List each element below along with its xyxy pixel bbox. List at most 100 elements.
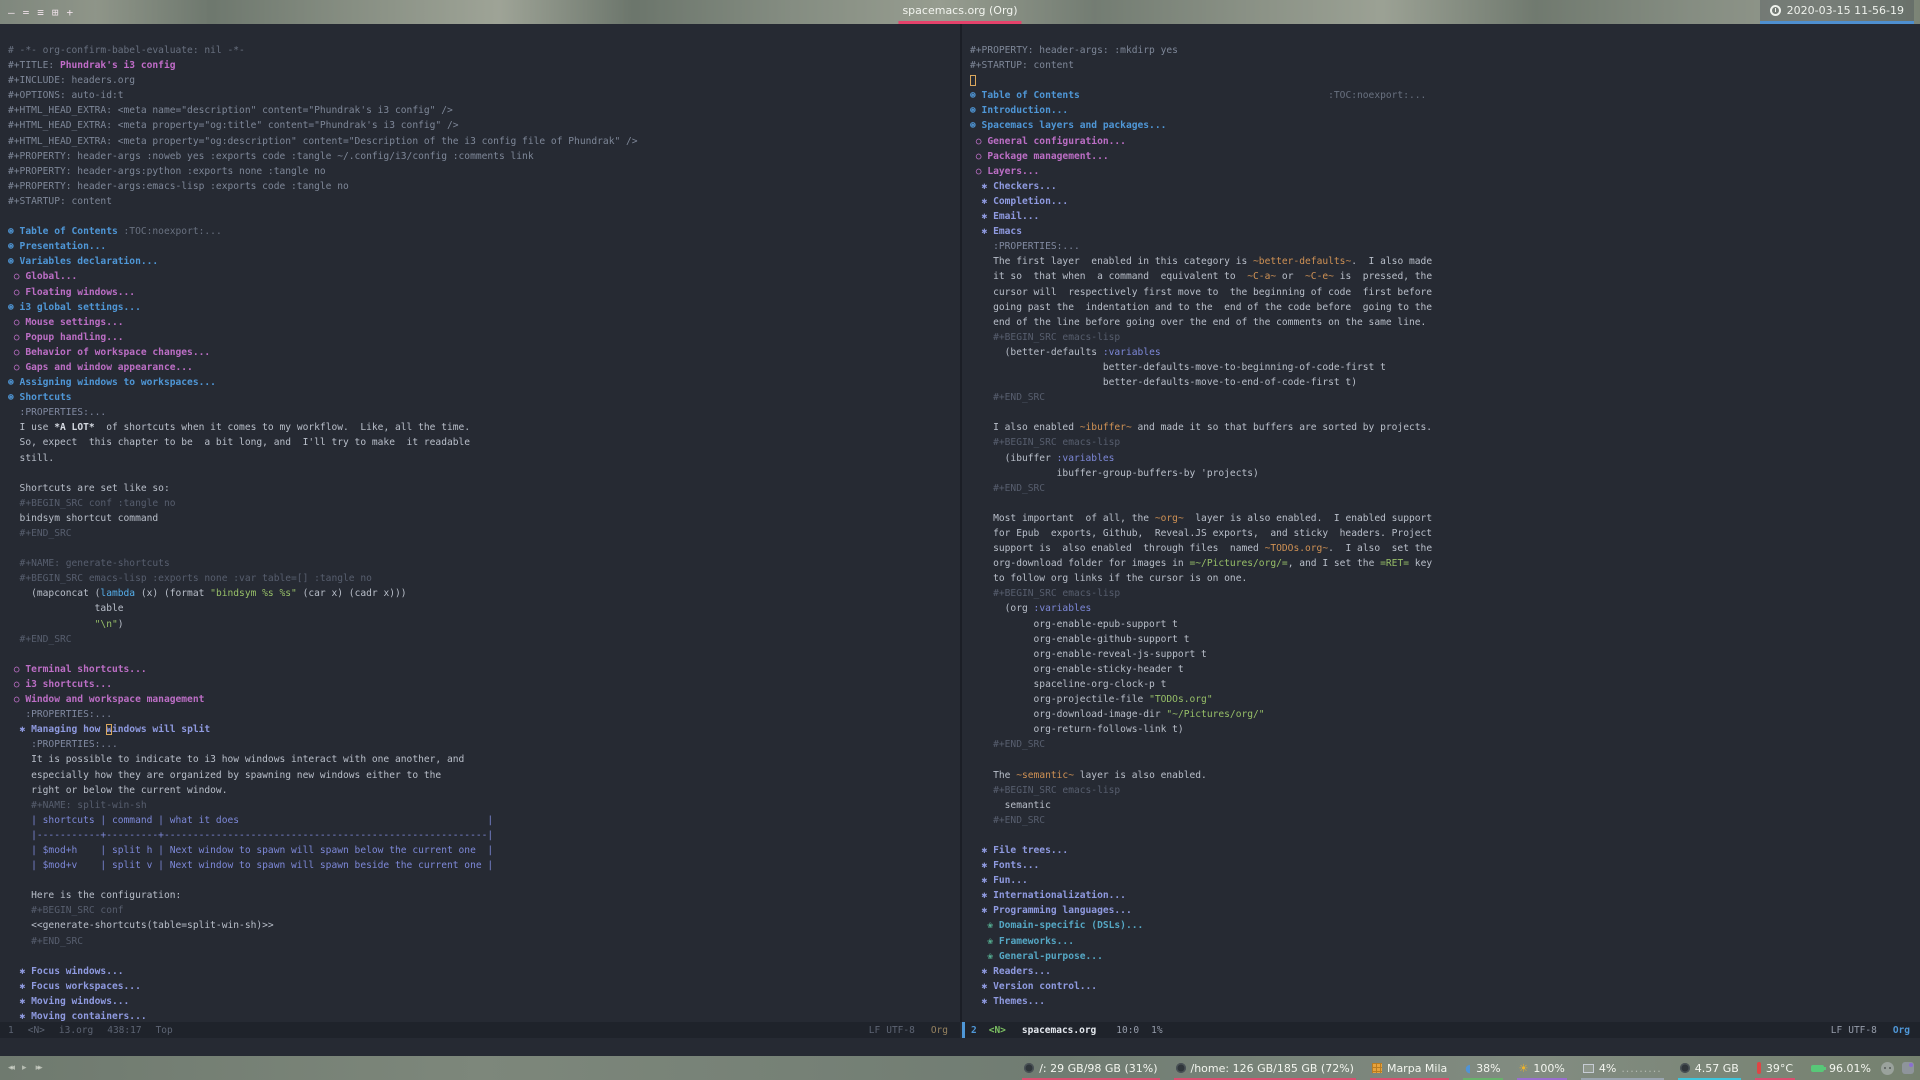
buffer-line: going past the indentation and to the en… [970, 301, 1433, 313]
buffer-line: org-enable-sticky-header t [970, 663, 1184, 675]
cursor-position: 10:0 [1116, 1024, 1140, 1036]
buffer-line: #+STARTUP: content [970, 60, 1074, 72]
temperature-module[interactable]: 39°C [1754, 1056, 1796, 1080]
evil-state: <N> [988, 1024, 1006, 1036]
buffer-line: #+HTML_HEAD_EXTRA: <meta name="descripti… [8, 105, 453, 117]
buffer-line: ○ Popup handling... [8, 331, 124, 343]
buffer-line: :PROPERTIES:... [970, 241, 1080, 253]
status-modules: /: 29 GB/98 GB (31%) /home: 126 GB/185 G… [1022, 1056, 1873, 1080]
buffer-line: #+BEGIN_SRC conf [8, 905, 124, 917]
major-mode[interactable]: Org [931, 1025, 948, 1036]
buffer-line: ⊛ Table of Contents :TOC:noexport:... [970, 90, 1427, 102]
module-value: 38% [1476, 1061, 1501, 1075]
minimize-icon[interactable]: – [8, 6, 15, 19]
buffer-line: ○ General configuration... [970, 135, 1126, 147]
left-buffer[interactable]: # -*- org-confirm-babel-evaluate: nil -*… [0, 24, 952, 1022]
window-number: 2 [971, 1024, 977, 1036]
volume-module[interactable]: ◖ 38% [1463, 1056, 1503, 1080]
buffer-line: #+END_SRC [970, 814, 1046, 826]
new-window-icon[interactable]: + [67, 6, 74, 19]
buffer-line: org-enable-reveal-js-support t [970, 648, 1207, 660]
thermometer-icon [1756, 1062, 1761, 1074]
buffer-line: spaceline-org-clock-p t [970, 678, 1167, 690]
buffer-line: ✱ Fun... [970, 875, 1028, 887]
buffer-line: #+END_SRC [970, 482, 1046, 494]
layout-grid-icon[interactable]: ⊞ [52, 6, 59, 19]
buffer-line: end of the line before going over the en… [970, 316, 1427, 328]
battery-module[interactable]: 96.01% [1809, 1056, 1873, 1080]
buffer-line: ❀ Frameworks... [970, 935, 1074, 947]
buffer-line: ○ Package management... [970, 150, 1109, 162]
emacs-frame: # -*- org-confirm-babel-evaluate: nil -*… [0, 24, 1920, 1056]
module-value: 4% [1598, 1061, 1617, 1075]
eol-indicator: LF [1830, 1024, 1843, 1036]
buffer-line: ○ Terminal shortcuts... [8, 663, 147, 675]
desktop: – = ≡ ⊞ + spacemacs.org (Org) 2020-03-15… [0, 0, 1920, 1080]
media-prev-button[interactable]: ◂◂ [8, 1063, 15, 1073]
buffer-line: #+BEGIN_SRC emacs-lisp :exports none :va… [8, 573, 372, 585]
buffer-line: org-download-image-dir "~/Pictures/org/" [970, 709, 1265, 721]
buffer-line: ○ i3 shortcuts... [8, 678, 112, 690]
buffer-line: ✱ Focus workspaces... [8, 980, 141, 992]
right-buffer[interactable]: #+PROPERTY: header-args: :mkdirp yes #+ST… [962, 24, 1920, 1022]
media-play-button[interactable]: ▸ [22, 1063, 27, 1073]
brightness-module[interactable]: ☀ 100% [1516, 1056, 1568, 1080]
buffer-line: (org :variables [970, 603, 1092, 615]
cpu-module[interactable]: 4% ......... [1580, 1056, 1664, 1080]
buffer-line: #+OPTIONS: auto-id:t [8, 90, 124, 102]
module-value: 100% [1533, 1061, 1565, 1075]
buffer-line: So, expect this chapter to be a bit long… [8, 437, 471, 449]
buffer-line: ✱ Email... [970, 211, 1040, 223]
buffer-line: ○ Behavior of workspace changes... [8, 346, 211, 358]
buffer-line: ⊛ Variables declaration... [8, 256, 159, 268]
buffer-line: org-projectile-file "TODOs.org" [970, 694, 1213, 706]
clock-text: 2020-03-15 11-56-19 [1786, 4, 1904, 17]
buffer-line: ✱ Themes... [970, 995, 1046, 1007]
layout-split-icon[interactable]: = [23, 6, 30, 19]
disk-home-module[interactable]: /home: 126 GB/185 GB (72%) [1173, 1056, 1357, 1080]
buffer-line: #+END_SRC [8, 633, 72, 645]
layout-stacked-icon[interactable]: ≡ [37, 6, 44, 19]
battery-icon [1811, 1064, 1827, 1072]
disk-root-module[interactable]: /: 29 GB/98 GB (31%) [1022, 1056, 1160, 1080]
media-next-button[interactable]: ▸▸ [36, 1063, 43, 1073]
major-mode[interactable]: Org [1893, 1025, 1910, 1036]
buffer-line [970, 752, 1920, 767]
buffer-line: It is possible to indicate to i3 how win… [8, 754, 465, 766]
discord-tray-icon[interactable] [1881, 1061, 1894, 1075]
buffer-line: for Epub exports, Github, Reveal.JS expo… [970, 528, 1433, 539]
buffer-line: ✱ Managing how windows will split [8, 724, 211, 736]
buffer-line: #+NAME: generate-shortcuts [8, 558, 170, 570]
active-window-bar [962, 1022, 965, 1038]
buffer-line: org-download folder for images in =~/Pic… [970, 558, 1433, 570]
buffer-line: #+BEGIN_SRC emacs-lisp [970, 437, 1121, 449]
buffer-line: #+END_SRC [970, 739, 1046, 751]
memory-module[interactable]: 4.57 GB [1677, 1056, 1741, 1080]
buffer-line: ✱ Internationalization... [970, 890, 1126, 902]
buffer-line: #+PROPERTY: header-args: :mkdirp yes [970, 45, 1178, 56]
buffer-line: ⊛ i3 global settings... [8, 301, 141, 313]
buffer-line: it so that when a command equivalent to … [970, 271, 1433, 283]
buffer-line: ✱ Programming languages... [970, 905, 1132, 917]
buffer-name: spacemacs.org [1021, 1024, 1097, 1036]
buffer-line: ○ Global... [8, 271, 78, 283]
buffer-line: The first layer enabled in this category… [970, 256, 1433, 268]
buffer-line: The ~semantic~ layer is also enabled. [970, 769, 1207, 781]
echo-area[interactable] [0, 1038, 1920, 1056]
buffer-line: Shortcuts are set like so: [8, 482, 170, 494]
buffer-line: ✱ File trees... [970, 844, 1069, 856]
buffer-line: | $mod+h | split h | Next window to spaw… [8, 844, 494, 856]
tray-app-icon[interactable] [1902, 1062, 1914, 1074]
buffer-line: cursor will respectively first move to t… [970, 286, 1433, 298]
buffer-line: ⊛ Presentation... [8, 241, 107, 253]
buffer-line: ✱ Completion... [970, 195, 1069, 207]
clock-icon [1769, 5, 1781, 16]
buffer-line: #+END_SRC [8, 528, 72, 539]
buffer-line: #+INCLUDE: headers.org [8, 75, 136, 87]
evil-state: <N> [27, 1024, 45, 1036]
buffer-line: # -*- org-confirm-babel-evaluate: nil -*… [8, 45, 245, 56]
buffer-line: ○ Floating windows... [8, 286, 136, 298]
buffer-line: |-----------+---------+-----------------… [8, 829, 494, 841]
cpu-icon [1582, 1063, 1594, 1073]
music-module[interactable]: Marpa Mila [1369, 1056, 1450, 1080]
